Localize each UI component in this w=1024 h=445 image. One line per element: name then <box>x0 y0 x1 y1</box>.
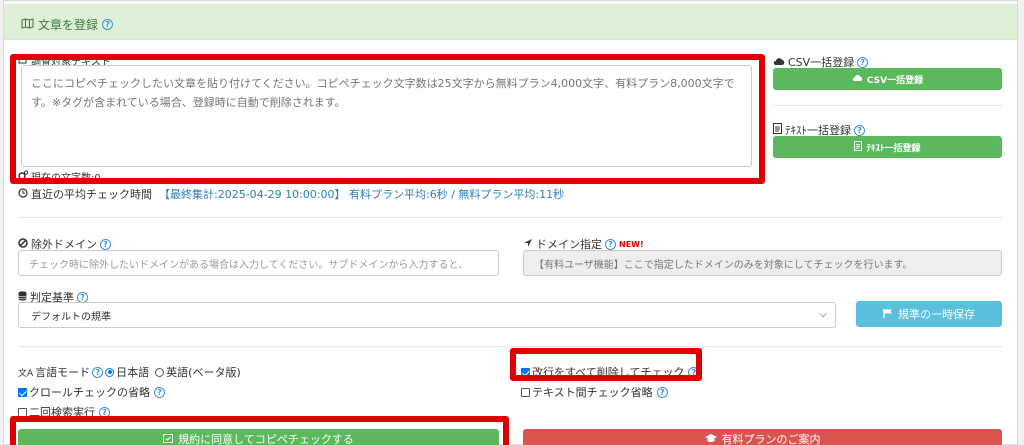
skip-text-diff-checkbox[interactable] <box>521 387 530 397</box>
divider <box>18 346 1002 347</box>
skip-crawl-row: クロールチェックの省略 ? <box>18 384 165 400</box>
cloud-upload-icon <box>773 56 785 69</box>
skip-crawl-checkbox[interactable] <box>18 387 27 397</box>
csv-bulk-button[interactable]: CSV一括登録 <box>773 68 1002 90</box>
help-icon[interactable]: ? <box>77 291 88 303</box>
save-criteria-button[interactable]: 規準の一時保存 <box>856 301 1002 327</box>
submit-highlight-box <box>10 416 509 445</box>
help-icon[interactable]: ? <box>656 386 668 398</box>
clock-icon <box>18 187 28 201</box>
help-icon[interactable]: ? <box>92 366 104 378</box>
help-icon[interactable]: ? <box>102 19 114 30</box>
language-mode-row: 文A 言語モード ? 日本語 英語(ベータ版) <box>18 366 241 379</box>
newline-highlight-box <box>510 348 702 381</box>
help-icon[interactable]: ? <box>857 56 869 68</box>
graduation-cap-icon <box>704 433 717 445</box>
flag-icon <box>883 308 893 321</box>
ban-icon <box>18 237 28 251</box>
lang-ja-radio[interactable] <box>105 367 115 377</box>
panel-title: 文章を登録 ? <box>21 16 114 33</box>
panel-title-text: 文章を登録 <box>38 18 99 32</box>
text-bulk-button[interactable]: ﾃｷｽﾄ一括登録 <box>773 136 1002 158</box>
divider <box>773 105 1002 106</box>
panel-header: 文章を登録 ? <box>4 4 1017 40</box>
file-text-icon <box>773 123 782 137</box>
new-badge: NEW! <box>619 239 644 249</box>
textarea-highlight-box <box>10 54 765 184</box>
avg-check-time: 直近の平均チェック時間 【最終集計:2025-04-29 10:00:00】 有… <box>18 186 564 202</box>
exclude-domain-input[interactable]: チェック時に除外したいドメインがある場合は入力してください。サブドメインから入力… <box>18 250 499 276</box>
paid-plan-button[interactable]: 有料プランのご案内 <box>523 429 1002 445</box>
file-text-icon <box>854 140 863 154</box>
criteria-select[interactable]: デフォルトの規準 ⌵ <box>18 302 836 328</box>
language-icon: 文A <box>18 368 34 379</box>
divider <box>18 217 1002 218</box>
help-icon[interactable]: ? <box>605 238 616 250</box>
cloud-upload-icon <box>852 74 863 85</box>
register-panel: 文章を登録 ? 調査対象テキスト 現在の文字数:0 CSV一括登録 ? CSV一… <box>3 0 1018 445</box>
map-icon <box>21 17 34 32</box>
location-arrow-icon <box>523 238 533 251</box>
skip-text-diff-row: テキスト間チェック省略 ? <box>521 384 668 400</box>
help-icon[interactable]: ? <box>854 124 865 136</box>
chevron-down-icon: ⌵ <box>819 309 827 320</box>
lang-en-radio[interactable] <box>155 367 165 377</box>
help-icon[interactable]: ? <box>154 386 165 398</box>
avg-time-summary: 【最終集計:2025-04-29 10:00:00】 有料プラン平均:6秒 / … <box>159 188 565 201</box>
help-icon[interactable]: ? <box>100 238 111 250</box>
domain-spec-input: 【有料ユーザ機能】ここで指定したドメインのみを対象にしてチェックを行います。 <box>523 250 1002 276</box>
